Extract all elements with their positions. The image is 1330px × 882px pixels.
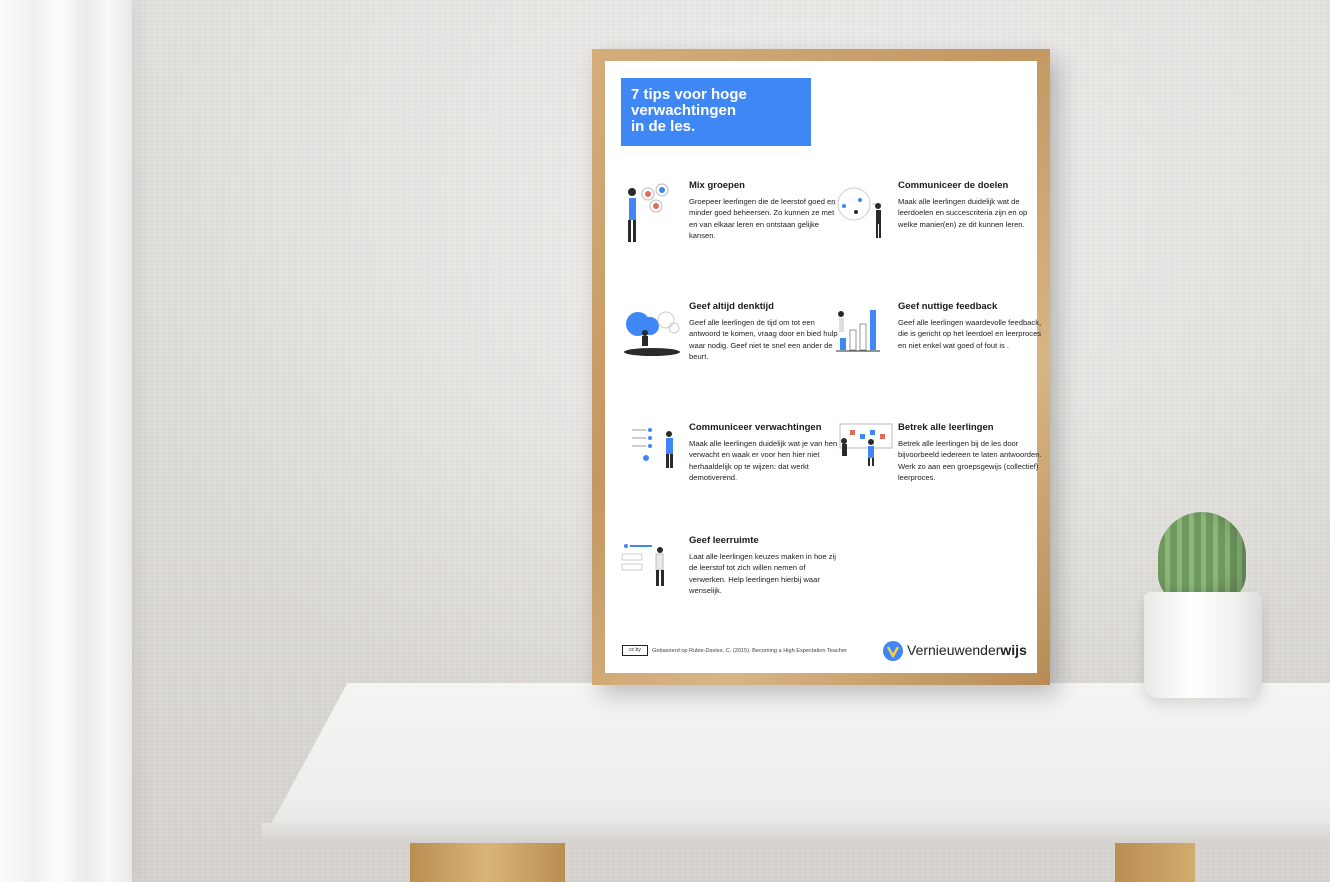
tip-denktijd: Geef altijd denktijd Geef alle leerlinge…	[689, 301, 839, 363]
brand-logo-icon	[883, 641, 903, 661]
tip-leerruimte: Geef leerruimte Laat alle leerlingen keu…	[689, 535, 839, 597]
plant-pot	[1144, 592, 1262, 698]
board-icon	[839, 423, 893, 466]
tip-text: Geef alle leerlingen waardevolle feedbac…	[898, 318, 1042, 350]
thinking-person-icon	[624, 311, 680, 356]
bar-chart-icon	[836, 310, 880, 352]
brand-bold: wijs	[1000, 642, 1027, 658]
poster-title-box: 7 tips voor hoge verwachtingen in de les…	[621, 78, 811, 146]
license-badge: cc by	[622, 645, 648, 656]
tip-betrek-leerlingen: Betrek alle leerlingen Betrek alle leerl…	[898, 422, 1048, 484]
tip-heading: Betrek alle leerlingen	[898, 422, 994, 433]
tip-feedback: Geef nuttige feedback Geef alle leerling…	[898, 301, 1048, 351]
cactus	[1158, 512, 1246, 604]
options-list-icon	[621, 544, 664, 586]
tip-heading: Geef leerruimte	[689, 535, 759, 546]
tip-text: Maak alle leerlingen duidelijk wat je va…	[689, 439, 838, 483]
brand-name: Vernieuwenderwijs	[907, 642, 1027, 658]
tip-text: Geef alle leerlingen de tijd om tot een …	[689, 318, 838, 362]
poster-title: 7 tips voor hoge verwachtingen in de les…	[631, 86, 747, 135]
tip-text: Groepeer leerlingen die de leerstof goed…	[689, 197, 836, 241]
tip-communiceer-verwachtingen: Communiceer verwachtingen Maak alle leer…	[689, 422, 839, 484]
citation: Gebaseerd op Rubie-Davies, C. (2015). Be…	[652, 648, 847, 654]
curtain	[0, 0, 132, 882]
table-leg	[1115, 843, 1195, 882]
tip-heading: Communiceer de doelen	[898, 180, 1009, 191]
table-edge	[262, 823, 1330, 843]
tip-heading: Geef altijd denktijd	[689, 301, 774, 312]
table-leg	[410, 843, 565, 882]
checklist-icon	[632, 428, 673, 468]
tip-heading: Communiceer verwachtingen	[689, 422, 822, 433]
tip-text: Laat alle leerlingen keuzes maken in hoe…	[689, 552, 836, 596]
tip-communiceer-doelen: Communiceer de doelen Maak alle leerling…	[898, 180, 1048, 230]
table-top	[262, 683, 1330, 841]
tip-mix-groepen: Mix groepen Groepeer leerlingen die de l…	[689, 180, 839, 242]
brand-regular: Vernieuwender	[907, 642, 1001, 658]
people-group-icon	[628, 183, 669, 242]
tip-text: Maak alle leerlingen duidelijk wat de le…	[898, 197, 1028, 229]
tip-text: Betrek alle leerlingen bij de les door b…	[898, 439, 1042, 483]
tip-heading: Geef nuttige feedback	[898, 301, 998, 312]
tip-heading: Mix groepen	[689, 180, 745, 191]
